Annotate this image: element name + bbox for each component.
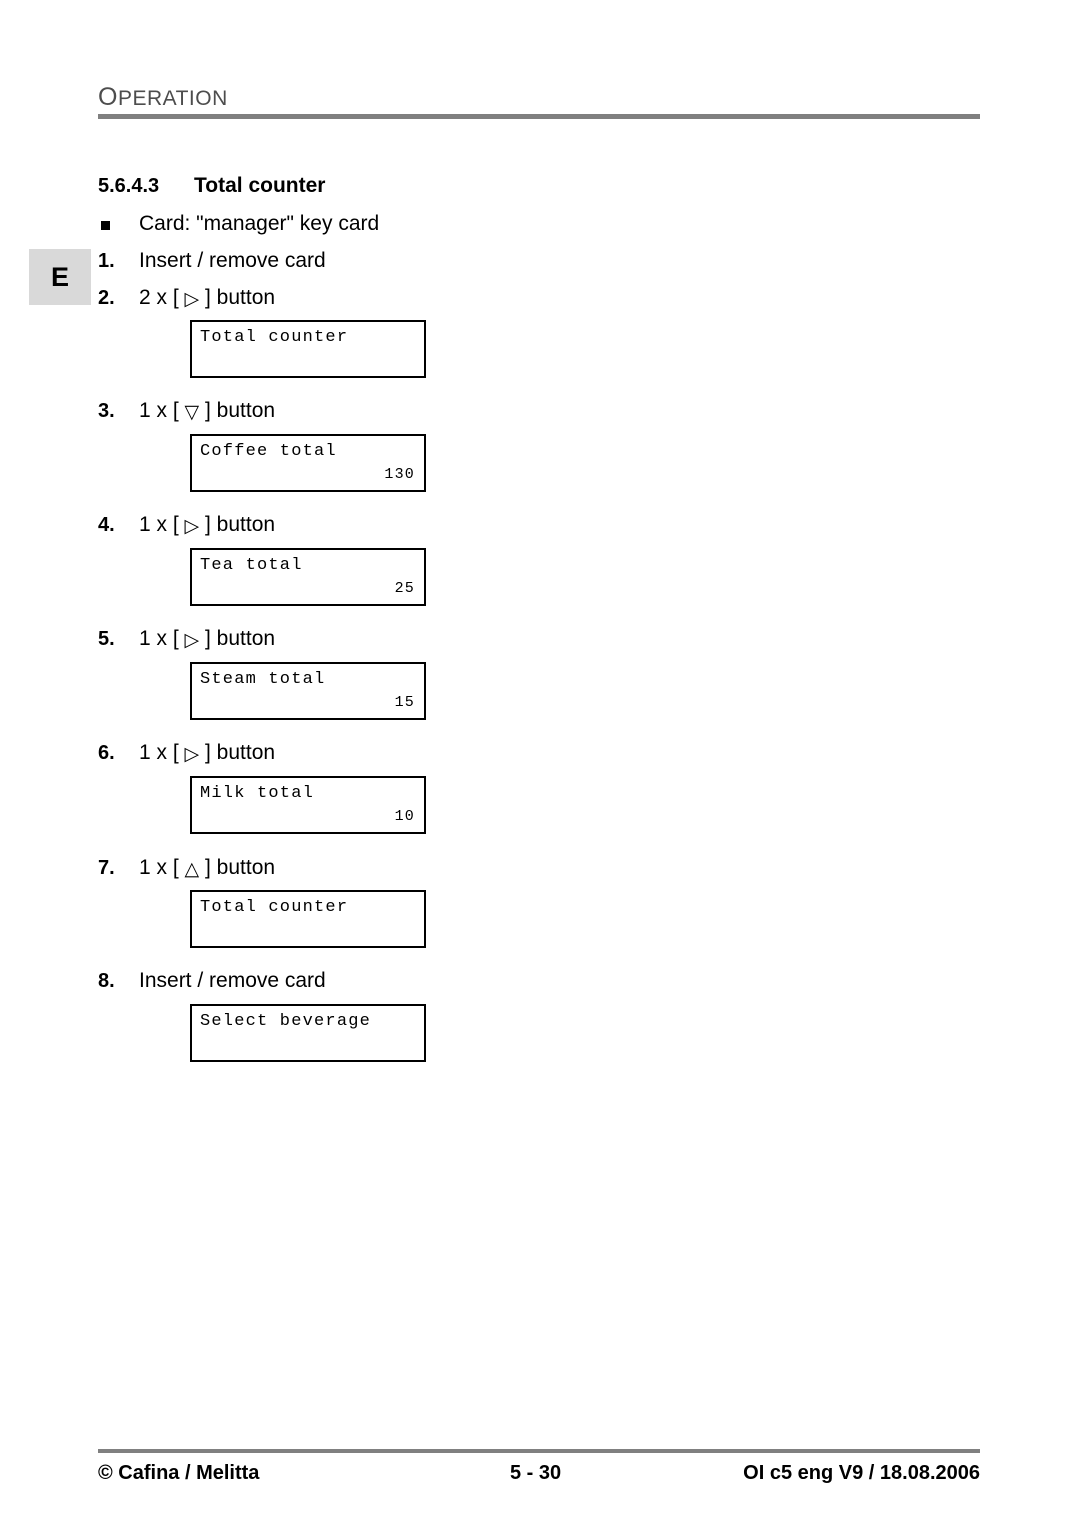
display-panel-6: Total counter (190, 890, 426, 948)
step-text-5: 1 x [ ▷ ] button (139, 627, 275, 651)
step-6-suffix: ] button (205, 741, 276, 764)
display-panel-4: Steam total 15 (190, 662, 426, 720)
display-line-2: 15 (394, 694, 415, 711)
step-text-1: Insert / remove card (139, 249, 326, 272)
step-number-4: 4. (98, 514, 115, 536)
step-number-8: 8. (98, 970, 115, 992)
arrow-down-icon: ▽ (184, 402, 200, 423)
bullet-square-icon (101, 221, 110, 230)
display-panel-5: Milk total 10 (190, 776, 426, 834)
step-2-suffix: ] button (205, 286, 276, 309)
bullet-text: Card: "manager" key card (139, 212, 380, 235)
step-3-suffix: ] button (205, 399, 276, 422)
footer-page-number: 5 - 30 (510, 1462, 562, 1484)
display-line-1: Steam total (200, 670, 326, 689)
header-divider (98, 114, 980, 119)
display-line-1: Total counter (200, 898, 349, 917)
step-number-6: 6. (98, 742, 115, 764)
step-number-3: 3. (98, 400, 115, 422)
document-page: OPERATION E 5.6.4.3 Total counter Card: … (0, 0, 1080, 1528)
display-line-2: 130 (384, 466, 415, 483)
section-number: 5.6.4.3 (98, 175, 160, 197)
step-6-prefix: 1 x [ (139, 741, 179, 764)
arrow-right-icon: ▷ (184, 744, 200, 765)
step-text-4: 1 x [ ▷ ] button (139, 513, 275, 537)
arrow-right-icon: ▷ (184, 630, 200, 651)
section-title: Total counter (194, 174, 326, 197)
chapter-header-initial: O (98, 83, 118, 111)
step-text-2: 2 x [ ▷ ] button (139, 286, 275, 310)
step-3-prefix: 1 x [ (139, 399, 179, 422)
display-panel-1: Total counter (190, 320, 426, 378)
arrow-up-icon: △ (184, 859, 200, 880)
display-panel-7: Select beverage (190, 1004, 426, 1062)
display-line-2: 25 (394, 580, 415, 597)
display-line-2: 10 (394, 808, 415, 825)
step-number-5: 5. (98, 628, 115, 650)
display-line-1: Coffee total (200, 442, 337, 461)
arrow-right-icon: ▷ (184, 516, 200, 537)
language-tab: E (29, 249, 91, 305)
step-5-prefix: 1 x [ (139, 627, 179, 650)
footer-divider (98, 1449, 980, 1453)
display-panel-3: Tea total 25 (190, 548, 426, 606)
arrow-right-icon: ▷ (184, 289, 200, 310)
footer-document-id: OI c5 eng V9 / 18.08.2006 (743, 1462, 980, 1484)
chapter-header-rest: PERATION (117, 87, 228, 110)
step-4-prefix: 1 x [ (139, 513, 179, 536)
step-text-8: Insert / remove card (139, 969, 326, 992)
display-panel-2: Coffee total 130 (190, 434, 426, 492)
step-5-suffix: ] button (205, 627, 276, 650)
step-text-7: 1 x [ △ ] button (139, 856, 275, 880)
chapter-header: OPERATION (98, 83, 228, 112)
step-number-2: 2. (98, 287, 115, 309)
step-number-7: 7. (98, 857, 115, 879)
display-line-1: Tea total (200, 556, 303, 575)
step-7-suffix: ] button (205, 856, 276, 879)
step-text-6: 1 x [ ▷ ] button (139, 741, 275, 765)
footer-copyright: © Cafina / Melitta (98, 1462, 260, 1484)
display-line-1: Milk total (200, 784, 315, 803)
step-2-prefix: 2 x [ (139, 286, 179, 309)
step-number-1: 1. (98, 250, 115, 272)
display-line-1: Select beverage (200, 1012, 372, 1031)
step-text-3: 1 x [ ▽ ] button (139, 399, 275, 423)
step-4-suffix: ] button (205, 513, 276, 536)
step-7-prefix: 1 x [ (139, 856, 179, 879)
display-line-1: Total counter (200, 328, 349, 347)
